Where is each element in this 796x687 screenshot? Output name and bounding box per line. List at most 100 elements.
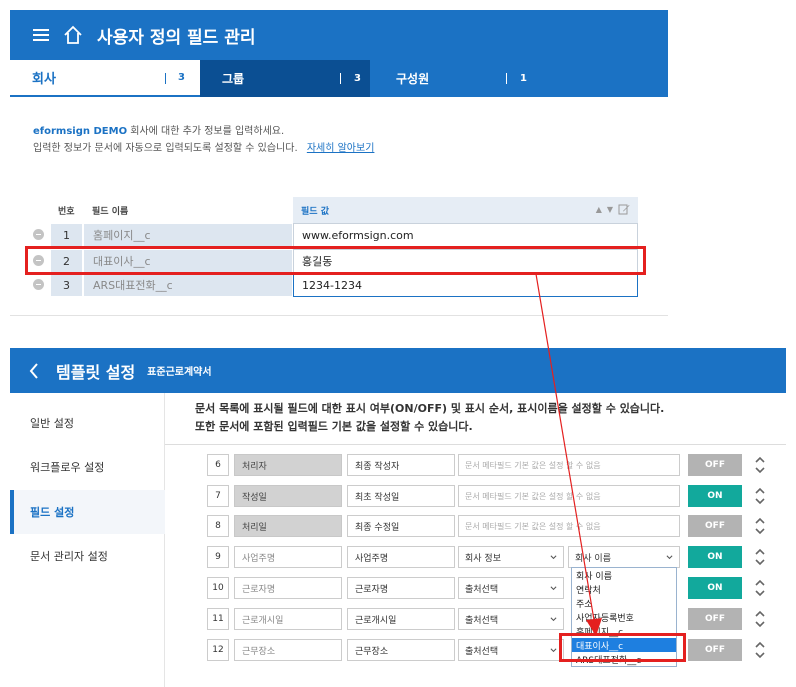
display-name-input[interactable]: 근무장소	[347, 639, 455, 661]
table-row[interactable]: 1 홈페이지__c www.eformsign.com	[30, 223, 638, 247]
table-row: 8 처리일 최종 수정일 문서 메타필드 기본 값은 설정 할 수 없음 OFF	[207, 515, 767, 537]
source-select[interactable]: 출처선택	[458, 639, 564, 661]
reorder-icon[interactable]	[754, 515, 766, 537]
tab-label: 구성원	[396, 72, 430, 86]
remove-icon[interactable]	[33, 279, 44, 290]
display-name-input[interactable]: 근로개시일	[347, 608, 455, 630]
chevron-down-icon	[550, 586, 557, 591]
tab-count: 1	[520, 73, 527, 84]
remove-icon[interactable]	[33, 229, 44, 240]
dropdown-option[interactable]: 회사 이름	[572, 568, 676, 582]
tab-count: 3	[354, 73, 361, 84]
sidebar-item-fields[interactable]: 필드 설정	[10, 490, 165, 534]
reorder-icon[interactable]	[754, 577, 766, 599]
reorder-icon[interactable]	[754, 485, 766, 507]
visibility-toggle[interactable]: OFF	[688, 515, 742, 537]
meta-note: 문서 메타필드 기본 값은 설정 할 수 없음	[458, 485, 680, 507]
source-select-value: 출처선택	[465, 584, 499, 595]
source-select[interactable]: 출처선택	[458, 608, 564, 630]
page-title: 사용자 정의 필드 관리	[97, 27, 256, 48]
sidebar: 일반 설정 워크플로우 설정 필드 설정 문서 관리자 설정	[10, 393, 165, 687]
tab-label: 회사	[32, 72, 56, 87]
reorder-icon[interactable]	[754, 546, 766, 568]
row-number: 8	[207, 515, 229, 537]
display-name-input[interactable]: 최초 작성일	[347, 485, 455, 507]
page-title: 템플릿 설정	[56, 362, 136, 382]
chevron-down-icon	[550, 648, 557, 653]
display-name-input[interactable]: 최종 작성자	[347, 454, 455, 476]
field-name: 근로개시일	[234, 608, 342, 630]
source-select-value: 출처선택	[465, 615, 499, 626]
row-number: 9	[207, 546, 229, 568]
divider	[165, 444, 786, 445]
column-header-value: 필드 값 ▲ ▼	[293, 197, 638, 223]
tab-label: 그룹	[222, 72, 245, 86]
edit-icon[interactable]	[618, 203, 630, 215]
description-line2: 또한 문서에 포함된 입력필드 기본 값을 설정할 수 있습니다.	[195, 420, 473, 433]
source-select-value: 출처선택	[465, 646, 499, 657]
sidebar-item-doc-manager[interactable]: 문서 관리자 설정	[10, 534, 165, 578]
visibility-toggle[interactable]: OFF	[688, 454, 742, 476]
display-name-input[interactable]: 사업주명	[347, 546, 455, 568]
dropdown-option[interactable]: 주소	[572, 596, 676, 610]
row-number: 3	[50, 273, 83, 297]
row-number: 1	[50, 223, 83, 247]
highlight-box	[25, 246, 646, 275]
display-name-input[interactable]: 근로자명	[347, 577, 455, 599]
display-name-input[interactable]: 최종 수정일	[347, 515, 455, 537]
row-number: 6	[207, 454, 229, 476]
table-row: 10 근로자명 근로자명 출처선택 ON	[207, 577, 767, 599]
column-header-number: 번호	[58, 206, 75, 217]
tab-member[interactable]: 구성원 1	[370, 60, 536, 97]
source-field-value: 회사 이름	[575, 553, 611, 564]
field-name: 근무장소	[234, 639, 342, 661]
field-name: ARS대표전화__c	[83, 273, 293, 297]
field-name: 사업주명	[234, 546, 342, 568]
dropdown-option[interactable]: 연락처	[572, 582, 676, 596]
row-number: 10	[207, 577, 229, 599]
menu-icon[interactable]	[33, 29, 49, 41]
learn-more-link[interactable]: 자세히 알아보기	[307, 143, 375, 154]
back-icon[interactable]	[28, 362, 40, 380]
reorder-icon[interactable]	[754, 608, 766, 630]
dropdown-option[interactable]: 사업자등록번호	[572, 610, 676, 624]
tab-bar-fill	[536, 60, 668, 97]
visibility-toggle[interactable]: ON	[688, 577, 742, 599]
chevron-down-icon	[666, 555, 673, 560]
highlight-box	[559, 633, 686, 662]
field-name: 작성일	[234, 485, 342, 507]
visibility-toggle[interactable]: OFF	[688, 608, 742, 630]
source-select[interactable]: 회사 정보	[458, 546, 564, 568]
table-row[interactable]: 3 ARS대표전화__c 1234-1234	[30, 273, 638, 297]
row-number: 12	[207, 639, 229, 661]
home-icon[interactable]	[63, 25, 83, 45]
tab-bar: 회사 3 그룹 3 구성원 1	[10, 60, 668, 97]
field-name: 근로자명	[234, 577, 342, 599]
description-line2: 입력한 정보가 문서에 자동으로 입력되도록 설정할 수 있습니다.	[33, 143, 298, 154]
sidebar-item-general[interactable]: 일반 설정	[10, 401, 165, 445]
visibility-toggle[interactable]: ON	[688, 485, 742, 507]
description-line1: 문서 목록에 표시될 필드에 대한 표시 여부(ON/OFF) 및 표시 순서,…	[195, 402, 665, 415]
panel2-header: 템플릿 설정 표준근로계약서	[10, 348, 786, 393]
tab-group[interactable]: 그룹 3	[200, 60, 370, 97]
visibility-toggle[interactable]: ON	[688, 546, 742, 568]
field-value-input[interactable]: www.eformsign.com	[293, 223, 638, 247]
description: eformsign DEMO 회사에 대한 추가 정보를 입력하세요. 입력한 …	[33, 123, 374, 157]
field-value-input[interactable]: 1234-1234	[293, 273, 638, 297]
field-settings-description: 문서 목록에 표시될 필드에 대한 표시 여부(ON/OFF) 및 표시 순서,…	[195, 400, 664, 436]
reorder-icon[interactable]	[754, 639, 766, 661]
move-up-icon[interactable]: ▲	[596, 205, 602, 214]
move-down-icon[interactable]: ▼	[607, 205, 613, 214]
description-line1: 회사에 대한 추가 정보를 입력하세요.	[130, 126, 285, 137]
table-row: 11 근로개시일 근로개시일 출처선택 OFF	[207, 608, 767, 630]
field-name: 홈페이지__c	[83, 223, 293, 247]
meta-note: 문서 메타필드 기본 값은 설정 할 수 없음	[458, 454, 680, 476]
reorder-icon[interactable]	[754, 454, 766, 476]
sidebar-item-workflow[interactable]: 워크플로우 설정	[10, 445, 165, 489]
source-select[interactable]: 출처선택	[458, 577, 564, 599]
source-field-select[interactable]: 회사 이름	[568, 546, 680, 568]
field-name: 처리일	[234, 515, 342, 537]
visibility-toggle[interactable]: OFF	[688, 639, 742, 661]
meta-note: 문서 메타필드 기본 값은 설정 할 수 없음	[458, 515, 680, 537]
tab-company[interactable]: 회사 3	[10, 60, 200, 97]
